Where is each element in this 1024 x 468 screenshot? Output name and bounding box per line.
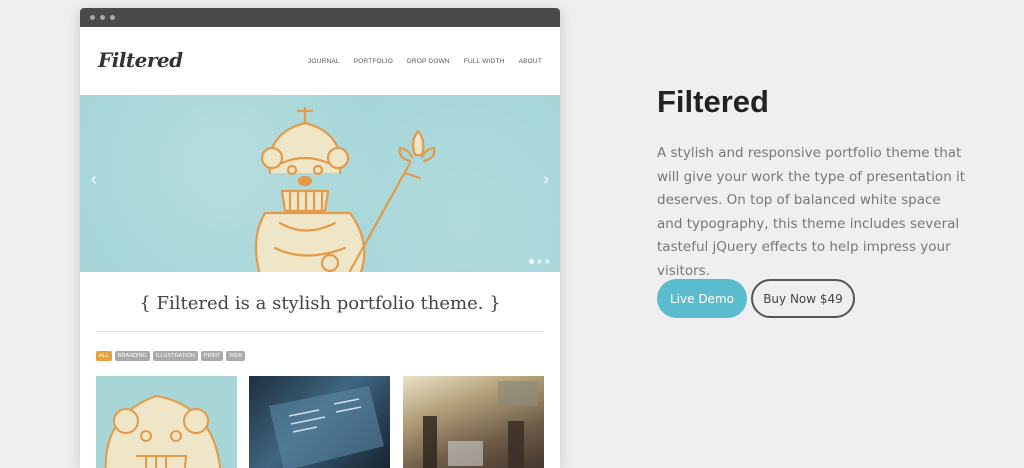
- knight-bear-illustration: [254, 106, 436, 272]
- window-dot-icon: [90, 15, 95, 20]
- slider-dot[interactable]: [545, 259, 550, 264]
- portfolio-thumbnail[interactable]: [403, 376, 544, 468]
- illustration-thumbnail-image: [104, 394, 222, 468]
- filter-illustration[interactable]: ILLUSTRATION: [152, 351, 198, 361]
- filter-branding[interactable]: BRANDING: [114, 351, 150, 361]
- slider-next-icon[interactable]: ›: [543, 171, 550, 189]
- slider-pagination: [529, 259, 550, 264]
- portfolio-thumbnail[interactable]: [96, 376, 237, 468]
- browser-mockup: Filtered JOURNAL PORTFOLIO DROP DOWN FUL…: [80, 8, 560, 468]
- nav-portfolio[interactable]: PORTFOLIO: [354, 58, 393, 65]
- window-dot-icon: [110, 15, 115, 20]
- print-thumbnail-image: [269, 386, 384, 468]
- divider: [96, 331, 544, 332]
- portfolio-thumbnail[interactable]: [249, 376, 390, 468]
- portfolio-filters: ALL BRANDING ILLUSTRATION PRINT WEB: [96, 351, 245, 361]
- filter-all[interactable]: ALL: [96, 351, 112, 361]
- filter-web[interactable]: WEB: [226, 351, 245, 361]
- nav-full-width[interactable]: FULL WIDTH: [464, 58, 505, 65]
- buy-now-button[interactable]: Buy Now $49: [751, 279, 855, 318]
- browser-titlebar: [80, 8, 560, 27]
- product-title: Filtered: [657, 84, 769, 119]
- slider-dot[interactable]: [529, 259, 534, 264]
- site-header: Filtered JOURNAL PORTFOLIO DROP DOWN FUL…: [80, 27, 560, 95]
- nav-about[interactable]: ABOUT: [519, 58, 542, 65]
- site-tagline: { Filtered is a stylish portfolio theme.…: [139, 293, 501, 314]
- site-nav: JOURNAL PORTFOLIO DROP DOWN FULL WIDTH A…: [308, 58, 542, 65]
- slider-dot[interactable]: [537, 259, 542, 264]
- slider-prev-icon[interactable]: ‹: [90, 171, 97, 189]
- site-logo[interactable]: Filtered: [98, 48, 183, 72]
- window-dot-icon: [100, 15, 105, 20]
- nav-drop-down[interactable]: DROP DOWN: [407, 58, 450, 65]
- filter-print[interactable]: PRINT: [200, 351, 224, 361]
- nav-journal[interactable]: JOURNAL: [308, 58, 340, 65]
- live-demo-button[interactable]: Live Demo: [657, 279, 747, 318]
- hero-slider: ‹ ›: [80, 95, 560, 272]
- product-description: A stylish and responsive portfolio theme…: [657, 145, 966, 279]
- street-photo-thumbnail-image: [423, 381, 538, 468]
